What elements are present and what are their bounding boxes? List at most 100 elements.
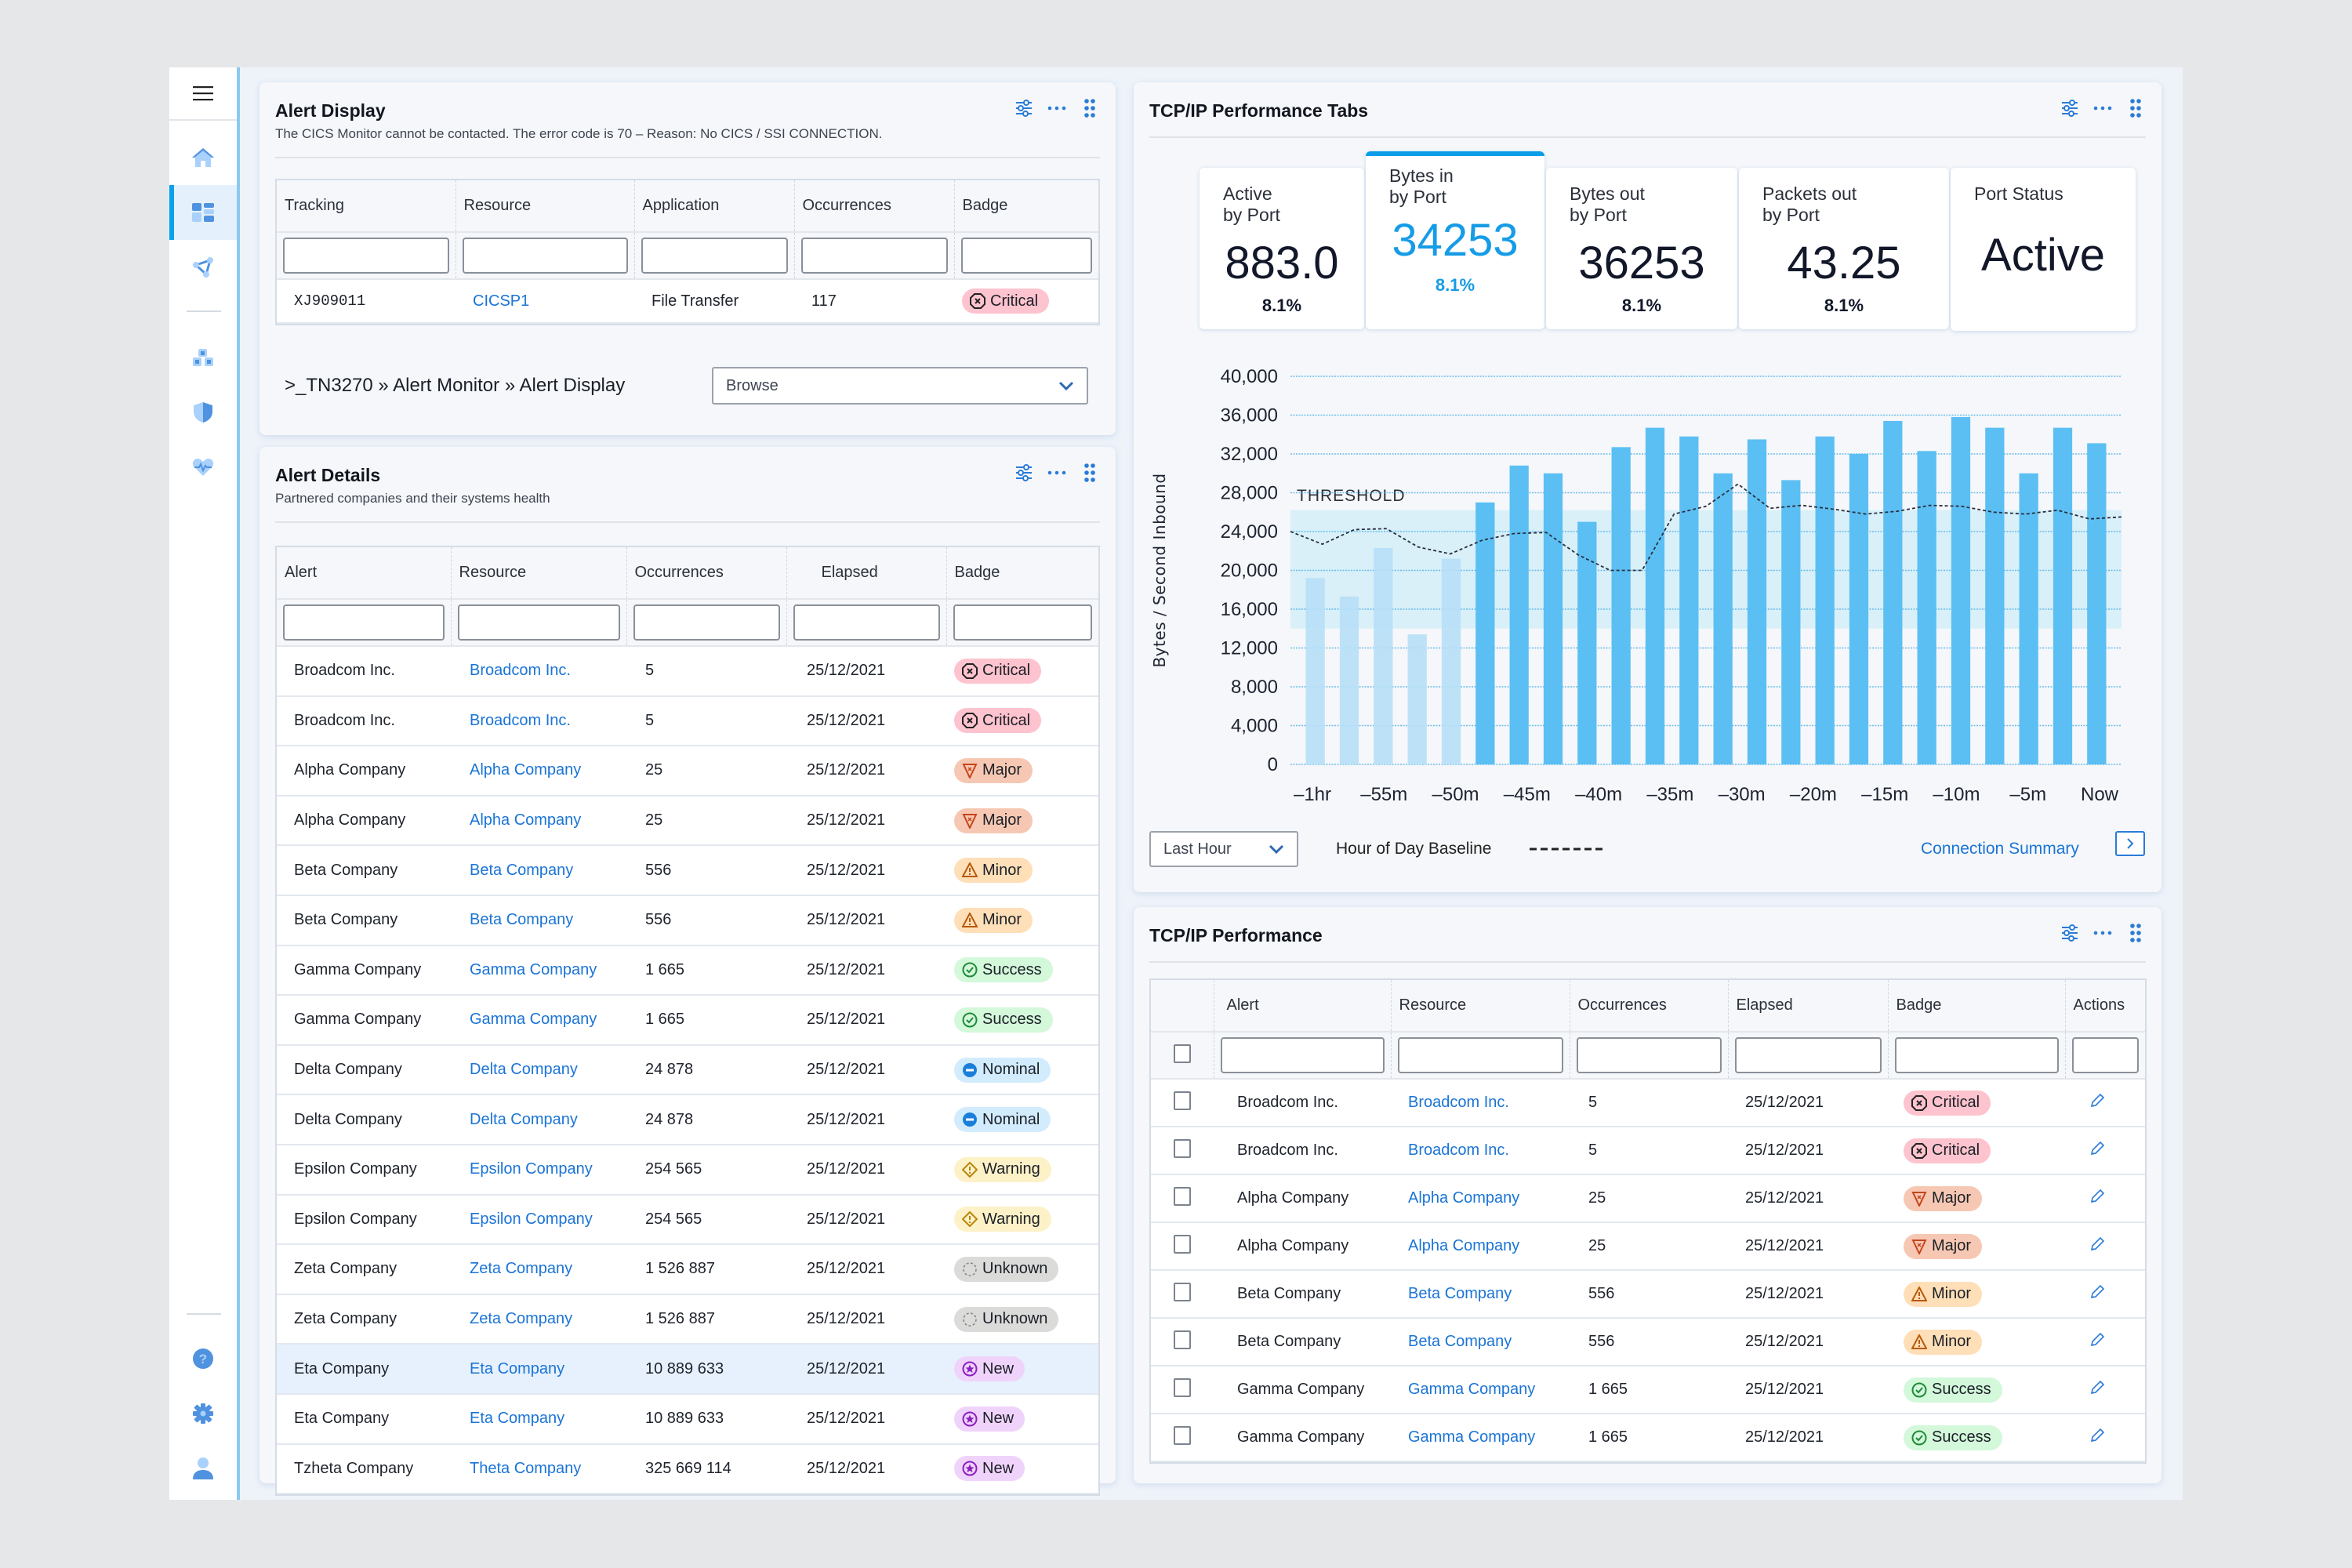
resource-link[interactable]: CICSP1 [473, 292, 529, 310]
resource-link[interactable]: Alpha Company [1408, 1189, 1519, 1207]
table-row[interactable]: Broadcom Inc. Broadcom Inc. 5 25/12/2021 Cri… [277, 646, 1098, 697]
sidebar-item-health[interactable] [169, 440, 237, 495]
column-header[interactable]: Resource [456, 180, 635, 233]
table-row[interactable]: Broadcom Inc. Broadcom Inc. 5 25/12/2021 Cri… [1151, 1127, 2145, 1175]
column-header[interactable]: Occurrences [626, 547, 787, 600]
resource-link[interactable]: Gamma Company [1408, 1381, 1535, 1398]
column-header[interactable]: Badge [946, 547, 1098, 600]
edit-button[interactable] [2089, 1092, 2106, 1114]
column-header[interactable]: Tracking [277, 180, 456, 233]
kpi-tab-bytes-out-by-port[interactable]: Bytes out by Port 36253 8.1% [1546, 168, 1737, 329]
elapsed-filter-input[interactable] [793, 604, 940, 641]
row-checkbox[interactable] [1174, 1425, 1191, 1445]
column-header[interactable]: Elapsed [786, 547, 947, 600]
row-checkbox[interactable] [1174, 1377, 1191, 1397]
edit-button[interactable] [2089, 1379, 2106, 1401]
edit-button[interactable] [2089, 1140, 2106, 1162]
resource-filter-input[interactable] [457, 604, 620, 641]
resource-filter-input[interactable] [462, 238, 628, 274]
table-row[interactable]: Gamma Company Gamma Company 1 665 25/12/202… [1151, 1414, 2145, 1462]
kpi-tab-port-status[interactable]: Port Status Active [1951, 168, 2136, 331]
more-options-button[interactable] [1047, 98, 1067, 118]
occurrences-filter-input[interactable] [800, 238, 948, 274]
column-header[interactable]: Elapsed [1728, 980, 1889, 1033]
occurrences-filter-input[interactable] [633, 604, 780, 641]
row-checkbox[interactable] [1174, 1330, 1191, 1349]
badge-filter-input[interactable] [953, 604, 1092, 641]
resource-link[interactable]: Eta Company [470, 1360, 564, 1377]
drag-handle[interactable] [2125, 923, 2146, 943]
table-row[interactable]: Alpha Company Alpha Company 25 25/12/2021 Ma… [277, 795, 1098, 847]
table-row[interactable]: Beta Company Beta Company 556 25/12/2021 Min… [277, 845, 1098, 896]
resource-link[interactable]: Beta Company [470, 862, 573, 879]
row-checkbox[interactable] [1174, 1234, 1191, 1254]
resource-link[interactable]: Eta Company [470, 1410, 564, 1427]
column-header[interactable]: Badge [1888, 980, 2066, 1033]
resource-link[interactable]: Broadcom Inc. [1408, 1094, 1509, 1111]
edit-button[interactable] [2089, 1283, 2106, 1305]
table-row[interactable]: Beta Company Beta Company 556 25/12/2021 Min… [1151, 1270, 2145, 1319]
resource-link[interactable]: Zeta Company [470, 1310, 572, 1327]
drag-handle[interactable] [1080, 463, 1100, 483]
select-all-checkbox[interactable] [1173, 1044, 1191, 1063]
browse-select[interactable]: Browse [712, 367, 1088, 405]
resource-link[interactable]: Beta Company [470, 911, 573, 928]
resource-link[interactable]: Alpha Company [1408, 1237, 1519, 1254]
occurrences-filter-input[interactable] [1576, 1037, 1722, 1073]
sidebar-item-modules[interactable] [169, 330, 237, 385]
resource-link[interactable]: Delta Company [470, 1111, 578, 1128]
resource-link[interactable]: Gamma Company [470, 1011, 597, 1028]
badge-filter-input[interactable] [960, 238, 1092, 274]
sidebar-item-security[interactable] [169, 385, 237, 440]
table-row[interactable]: Broadcom Inc. Broadcom Inc. 5 25/12/2021 Cri… [1151, 1079, 2145, 1127]
drag-handle[interactable] [1080, 98, 1100, 118]
resource-link[interactable]: Zeta Company [470, 1260, 572, 1277]
resource-link[interactable]: Broadcom Inc. [470, 662, 571, 679]
connection-summary-button[interactable] [2115, 831, 2145, 856]
row-checkbox[interactable] [1174, 1282, 1191, 1301]
edit-button[interactable] [2089, 1331, 2106, 1353]
row-checkbox[interactable] [1174, 1186, 1191, 1206]
resource-link[interactable]: Broadcom Inc. [1408, 1142, 1509, 1159]
table-row[interactable]: Zeta Company Zeta Company 1 526 887 25/12/2… [277, 1294, 1098, 1345]
filter-settings-button[interactable] [1014, 463, 1034, 483]
column-header[interactable]: Alert [277, 547, 452, 600]
table-row[interactable]: Alpha Company Alpha Company 25 25/12/2021 Ma… [277, 746, 1098, 797]
edit-button[interactable] [2089, 1427, 2106, 1449]
table-row[interactable]: XJ909011 CICSP1 File Transfer 117 Critic… [277, 279, 1098, 324]
table-row[interactable]: Alpha Company Alpha Company 25 25/12/2021 Ma… [1151, 1222, 2145, 1271]
edit-button[interactable] [2089, 1236, 2106, 1258]
resource-link[interactable]: Beta Company [1408, 1285, 1512, 1302]
tracking-filter-input[interactable] [283, 238, 449, 274]
resource-link[interactable]: Gamma Company [1408, 1428, 1535, 1446]
resource-link[interactable]: Epsilon Company [470, 1160, 593, 1178]
table-row[interactable]: Eta Company Eta Company 10 889 633 25/12/20… [277, 1393, 1098, 1445]
elapsed-filter-input[interactable] [1734, 1037, 1882, 1073]
resource-link[interactable]: Alpha Company [470, 811, 581, 829]
table-row[interactable]: Alpha Company Alpha Company 25 25/12/2021 Ma… [1151, 1174, 2145, 1223]
sidebar-menu-toggle[interactable] [169, 67, 237, 119]
edit-button[interactable] [2089, 1188, 2106, 1210]
time-range-select[interactable]: Last Hour [1149, 831, 1298, 867]
table-row[interactable]: Delta Company Delta Company 24 878 25/12/20… [277, 1094, 1098, 1145]
table-row[interactable]: Tzheta Company Theta Company 325 669 114 25… [277, 1443, 1098, 1495]
table-row[interactable]: Beta Company Beta Company 556 25/12/2021 Min… [277, 895, 1098, 946]
table-row[interactable]: Gamma Company Gamma Company 1 665 25/12/202… [277, 945, 1098, 996]
row-checkbox[interactable] [1174, 1091, 1191, 1110]
table-row[interactable]: Beta Company Beta Company 556 25/12/2021 Min… [1151, 1318, 2145, 1367]
filter-settings-button[interactable] [2060, 98, 2080, 118]
kpi-tab-packets-out-by-port[interactable]: Packets out by Port 43.25 8.1% [1739, 168, 1949, 329]
table-row[interactable]: Gamma Company Gamma Company 1 665 25/12/202… [1151, 1366, 2145, 1414]
column-header[interactable]: Occurrences [794, 180, 955, 233]
more-options-button[interactable] [1047, 463, 1067, 483]
resource-link[interactable]: Theta Company [470, 1460, 581, 1477]
resource-link[interactable]: Epsilon Company [470, 1210, 593, 1228]
table-row[interactable]: Broadcom Inc. Broadcom Inc. 5 25/12/2021 Cri… [277, 695, 1098, 747]
sidebar-item-dashboard[interactable] [169, 185, 237, 240]
kpi-tab-bytes-in-by-port[interactable]: Bytes in by Port 34253 8.1% [1366, 151, 1544, 329]
sidebar-item-profile[interactable] [169, 1441, 237, 1496]
connection-summary-link[interactable]: Connection Summary [1921, 840, 2079, 858]
resource-link[interactable]: Gamma Company [470, 961, 597, 978]
table-row[interactable]: Zeta Company Zeta Company 1 526 887 25/12/2… [277, 1244, 1098, 1295]
sidebar-item-home[interactable] [169, 130, 237, 185]
